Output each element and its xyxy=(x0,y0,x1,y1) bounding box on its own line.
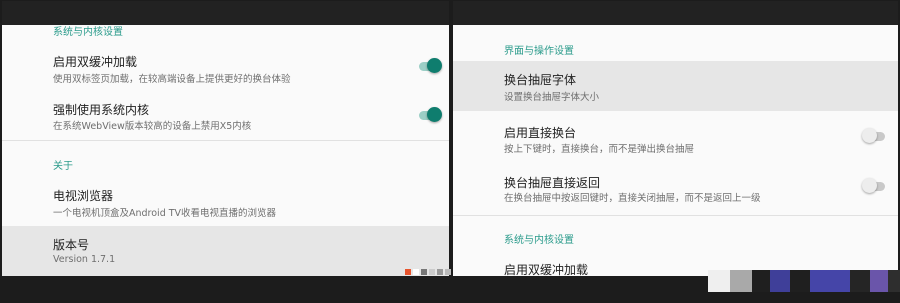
decorative-color-strip xyxy=(700,270,900,292)
version-title: 版本号 xyxy=(53,238,90,252)
about-subtitle: 一个电视机顶盒及Android TV收看电视直播的浏览器 xyxy=(53,208,277,219)
tray-icon xyxy=(429,269,435,275)
tray-icon xyxy=(421,269,427,275)
setting-subtitle: 在系统WebView版本较高的设备上禁用X5内核 xyxy=(53,121,252,132)
double-buffer-switch[interactable] xyxy=(416,58,442,74)
divider xyxy=(453,215,898,216)
direct-return-toggle[interactable] xyxy=(862,178,888,194)
setting-subtitle: 使用双标签页加载，在较高端设备上提供更好的换台体验 xyxy=(53,74,291,85)
setting-title: 强制使用系统内核 xyxy=(53,103,150,117)
about-app-item[interactable]: 电视浏览器 一个电视机顶盒及Android TV收看电视直播的浏览器 xyxy=(2,179,449,225)
about-title: 电视浏览器 xyxy=(53,189,114,203)
setting-double-buffer[interactable]: 启用双缓冲加载 使用双标签页加载，在较高端设备上提供更好的换台体验 xyxy=(2,45,449,93)
top-bar xyxy=(453,1,898,25)
section-header-ui: 界面与操作设置 xyxy=(504,46,574,57)
tray-icon xyxy=(413,269,419,275)
setting-drawer-font[interactable]: 换台抽屉字体 设置换台抽屉字体大小 xyxy=(453,61,898,111)
setting-subtitle: 按上下键时，直接换台，而不是弹出换台抽屉 xyxy=(504,144,695,155)
setting-direct-switch[interactable]: 启用直接换台 按上下键时，直接换台，而不是弹出换台抽屉 xyxy=(453,116,898,164)
setting-title-partial: 启用双缓冲加载 xyxy=(504,263,589,276)
section-header-system: 系统与内核设置 xyxy=(504,235,574,246)
setting-subtitle: 设置换台抽屉字体大小 xyxy=(504,92,600,103)
tray-icon xyxy=(445,269,451,275)
force-kernel-switch[interactable] xyxy=(416,107,442,123)
section-header-about: 关于 xyxy=(53,161,73,172)
divider xyxy=(2,140,449,141)
setting-title: 换台抽屉直接返回 xyxy=(504,176,601,190)
top-bar xyxy=(2,1,449,25)
section-header-system: 系统与内核设置 xyxy=(53,27,123,38)
tray-icon xyxy=(437,269,443,275)
right-screen: 界面与操作设置 换台抽屉字体 设置换台抽屉字体大小 启用直接换台 按上下键时，直… xyxy=(453,1,898,276)
setting-subtitle: 在换台抽屉中按返回键时，直接关闭抽屉，而不是返回上一级 xyxy=(504,193,761,204)
version-item[interactable]: 版本号 Version 1.7.1 xyxy=(2,226,449,276)
tray-icon xyxy=(405,269,411,275)
setting-title: 启用直接换台 xyxy=(504,126,577,140)
setting-title: 换台抽屉字体 xyxy=(504,73,577,87)
setting-title: 启用双缓冲加载 xyxy=(53,55,138,69)
left-screen: 系统与内核设置 启用双缓冲加载 使用双标签页加载，在较高端设备上提供更好的换台体… xyxy=(2,1,449,276)
setting-drawer-direct-return[interactable]: 换台抽屉直接返回 在换台抽屉中按返回键时，直接关闭抽屉，而不是返回上一级 xyxy=(453,166,898,214)
direct-switch-toggle[interactable] xyxy=(862,128,888,144)
setting-force-system-kernel[interactable]: 强制使用系统内核 在系统WebView版本较高的设备上禁用X5内核 xyxy=(2,95,449,141)
version-value: Version 1.7.1 xyxy=(53,254,116,265)
